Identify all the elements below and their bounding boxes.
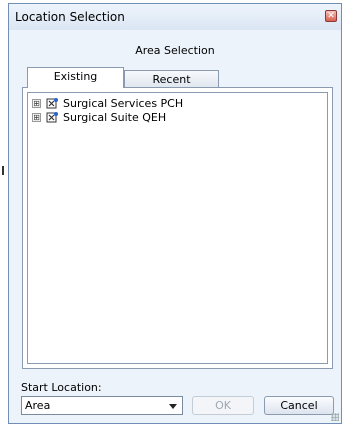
tree-panel: ⊞ Surgical Services PCH ⊞ Surgical Suite… [22,87,333,369]
expand-icon[interactable]: ⊞ [32,113,41,122]
tab-existing[interactable]: Existing [27,67,124,88]
location-icon [46,112,58,123]
start-location-value: Area [25,399,51,412]
edge-mark [2,166,4,175]
window-title: Location Selection [15,10,125,24]
ok-button[interactable]: OK [192,396,254,415]
resize-grip-icon[interactable] [331,413,339,421]
start-location-label: Start Location: [21,381,102,394]
location-tree: ⊞ Surgical Services PCH ⊞ Surgical Suite… [27,92,328,364]
location-icon [46,98,58,109]
location-selection-dialog: Location Selection ✕ Area Selection Exis… [8,3,342,424]
cancel-button[interactable]: Cancel [264,396,334,415]
tree-item-label: Surgical Services PCH [63,97,184,110]
chevron-down-icon[interactable] [169,404,177,409]
close-icon[interactable]: ✕ [325,10,337,22]
start-location-select[interactable]: Area [21,396,183,415]
tree-item-label: Surgical Suite QEH [63,111,167,124]
expand-icon[interactable]: ⊞ [32,99,41,108]
area-selection-header: Area Selection [135,44,215,57]
title-bar: Location Selection ✕ [9,4,341,30]
